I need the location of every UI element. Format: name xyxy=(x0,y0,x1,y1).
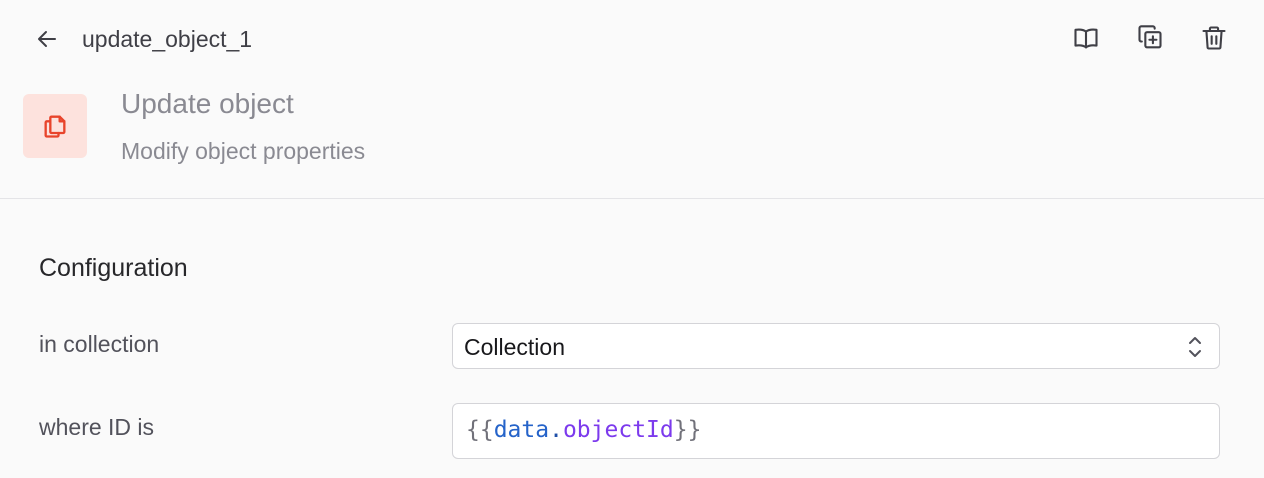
back-arrow-icon xyxy=(38,31,56,47)
copy-icon xyxy=(44,115,66,138)
collection-select-value: Collection xyxy=(464,334,565,360)
book-icon xyxy=(1074,28,1098,49)
collection-select[interactable]: Collection xyxy=(452,323,1220,369)
node-type-tile xyxy=(23,94,87,158)
back-button[interactable] xyxy=(30,22,64,56)
node-id: update_object_1 xyxy=(82,26,253,52)
collection-label: in collection xyxy=(39,331,160,357)
node-header: Update object Modify object properties xyxy=(0,78,1264,199)
node-subtitle: Modify object properties xyxy=(121,138,366,164)
duplicate-icon xyxy=(1138,25,1162,49)
docs-button[interactable] xyxy=(1068,20,1104,56)
where-id-input[interactable]: {{data.objectId}} xyxy=(452,403,1220,459)
top-bar: update_object_1 xyxy=(0,0,1264,78)
template-open-braces: {{ xyxy=(466,417,494,443)
template-close-braces: }} xyxy=(673,417,702,443)
delete-button[interactable] xyxy=(1196,20,1232,56)
configuration-heading: Configuration xyxy=(39,254,188,282)
node-title: Update object xyxy=(121,88,294,119)
template-dot: . xyxy=(549,417,563,443)
trash-icon xyxy=(1202,26,1226,50)
template-variable: data xyxy=(493,417,550,443)
where-id-label: where ID is xyxy=(39,414,155,440)
chevron-up-down-icon xyxy=(1189,337,1201,357)
template-property: objectId xyxy=(562,417,674,443)
duplicate-button[interactable] xyxy=(1132,20,1168,56)
